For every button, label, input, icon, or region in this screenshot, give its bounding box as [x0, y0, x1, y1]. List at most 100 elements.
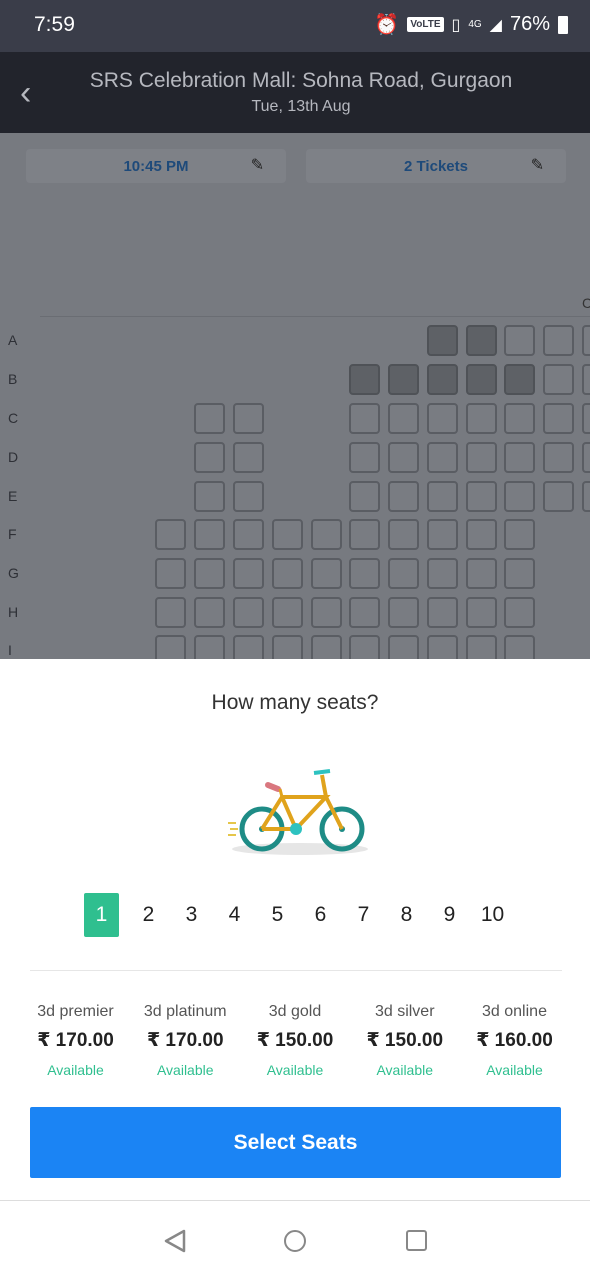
seat[interactable] — [194, 558, 225, 589]
seat[interactable] — [582, 403, 590, 434]
seat[interactable] — [233, 635, 264, 659]
seat[interactable] — [272, 558, 303, 589]
seat[interactable] — [466, 442, 497, 473]
seat[interactable] — [504, 597, 535, 628]
seat[interactable] — [388, 519, 419, 550]
seat[interactable] — [504, 403, 535, 434]
seat[interactable] — [233, 519, 264, 550]
category-name: 3d premier — [37, 1003, 114, 1020]
seat[interactable] — [155, 519, 186, 550]
seat[interactable] — [388, 597, 419, 628]
seat[interactable] — [543, 364, 574, 395]
seat[interactable] — [466, 597, 497, 628]
seat[interactable] — [272, 519, 303, 550]
seat[interactable] — [582, 364, 590, 395]
seat[interactable] — [233, 403, 264, 434]
category-name: 3d platinum — [143, 1003, 227, 1020]
seat — [388, 364, 419, 395]
seat[interactable] — [233, 597, 264, 628]
seat-layout: 10:45 PM ✎ 2 Tickets ✎ C A B C D E F G H I — [0, 133, 590, 659]
seat[interactable] — [155, 635, 186, 659]
seat[interactable] — [349, 597, 380, 628]
seat[interactable] — [311, 635, 342, 659]
seat[interactable] — [194, 635, 225, 659]
showtime-selector[interactable]: 10:45 PM ✎ — [26, 149, 286, 183]
divider — [30, 970, 562, 971]
seat[interactable] — [504, 325, 535, 356]
seat[interactable] — [427, 403, 458, 434]
category-price: ₹ 170.00 — [37, 1030, 114, 1051]
tickets-selector[interactable]: 2 Tickets ✎ — [306, 149, 566, 183]
price-category: 3d gold ₹ 150.00 Available — [242, 1003, 349, 1078]
seat-count-option[interactable]: 8 — [385, 893, 428, 937]
seat[interactable] — [194, 519, 225, 550]
seat[interactable] — [427, 519, 458, 550]
seat-count-option[interactable]: 7 — [342, 893, 385, 937]
seat[interactable] — [543, 325, 574, 356]
seat[interactable] — [349, 442, 380, 473]
category-name: 3d gold — [268, 1003, 322, 1020]
seat-count-option[interactable]: 10 — [471, 893, 514, 937]
seat-count-option[interactable]: 3 — [170, 893, 213, 937]
seat[interactable] — [543, 403, 574, 434]
seat[interactable] — [233, 558, 264, 589]
seat-count-option[interactable]: 2 — [127, 893, 170, 937]
seat[interactable] — [388, 558, 419, 589]
seat[interactable] — [427, 635, 458, 659]
seat[interactable] — [504, 558, 535, 589]
seat[interactable] — [466, 481, 497, 512]
seat[interactable] — [388, 635, 419, 659]
seat-count-option[interactable]: 6 — [299, 893, 342, 937]
seat-count-option[interactable]: 9 — [428, 893, 471, 937]
seat[interactable] — [504, 635, 535, 659]
seat[interactable] — [233, 442, 264, 473]
seat[interactable] — [194, 481, 225, 512]
select-seats-button[interactable]: Select Seats — [30, 1107, 561, 1178]
seat[interactable] — [543, 442, 574, 473]
seat[interactable] — [272, 635, 303, 659]
nav-home-icon[interactable] — [284, 1230, 306, 1252]
seat[interactable] — [311, 597, 342, 628]
seat[interactable] — [311, 558, 342, 589]
seat[interactable] — [543, 481, 574, 512]
seat[interactable] — [427, 558, 458, 589]
seat[interactable] — [582, 442, 590, 473]
seat[interactable] — [427, 481, 458, 512]
seat[interactable] — [504, 481, 535, 512]
seat[interactable] — [194, 442, 225, 473]
seat[interactable] — [349, 558, 380, 589]
category-price: ₹ 150.00 — [256, 1030, 334, 1051]
seat-count-option[interactable]: 5 — [256, 893, 299, 937]
seat[interactable] — [388, 442, 419, 473]
nav-back-icon[interactable] — [164, 1229, 186, 1253]
seat[interactable] — [272, 597, 303, 628]
seat[interactable] — [194, 403, 225, 434]
seat[interactable] — [155, 597, 186, 628]
seat[interactable] — [504, 519, 535, 550]
seat[interactable] — [427, 442, 458, 473]
row-label: F — [8, 526, 17, 542]
seat[interactable] — [466, 519, 497, 550]
seat[interactable] — [427, 597, 458, 628]
seat[interactable] — [349, 403, 380, 434]
seat[interactable] — [155, 558, 186, 589]
seat[interactable] — [349, 519, 380, 550]
seat[interactable] — [466, 558, 497, 589]
seat[interactable] — [466, 403, 497, 434]
seat-count-option[interactable]: 4 — [213, 893, 256, 937]
seat[interactable] — [466, 635, 497, 659]
nav-recents-icon[interactable] — [406, 1230, 427, 1251]
seat[interactable] — [311, 519, 342, 550]
seat[interactable] — [582, 481, 590, 512]
seat[interactable] — [194, 597, 225, 628]
seat[interactable] — [388, 403, 419, 434]
seat[interactable] — [582, 325, 590, 356]
seat[interactable] — [388, 481, 419, 512]
seat[interactable] — [349, 481, 380, 512]
seat[interactable] — [349, 635, 380, 659]
seat-count-option[interactable]: 1 — [84, 893, 119, 937]
seat[interactable] — [233, 481, 264, 512]
price-category: 3d online ₹ 160.00 Available — [461, 1003, 568, 1078]
seat[interactable] — [504, 442, 535, 473]
price-category: 3d silver ₹ 150.00 Available — [351, 1003, 458, 1078]
